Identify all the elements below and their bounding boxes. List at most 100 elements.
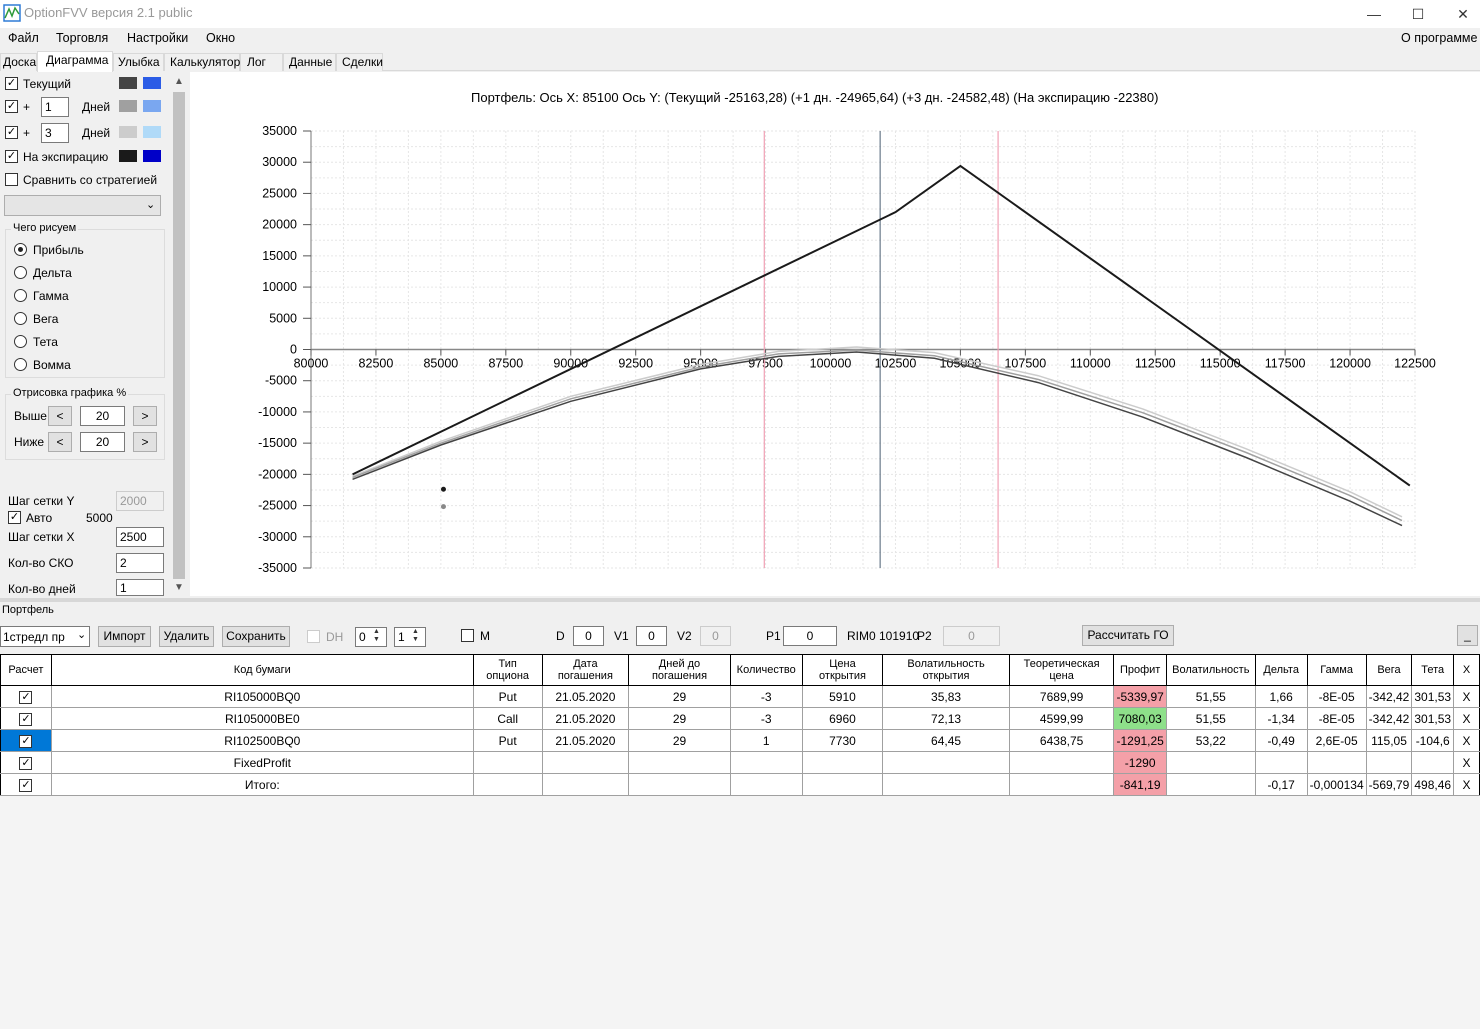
col-header[interactable]: Дата погашения	[541, 654, 630, 686]
table-row[interactable]: ✓ RI105000BQ0 Put 21.05.2020 29 -3 5910 35,83 76…	[0, 685, 1480, 708]
col-header[interactable]: Волатильность	[1165, 654, 1256, 686]
table-cell: 301,53	[1411, 707, 1455, 730]
table-cell	[1306, 751, 1367, 774]
col-header[interactable]: Волатильность открытия	[882, 654, 1010, 686]
table-cell	[1165, 751, 1256, 774]
remove-row-button[interactable]: X	[1453, 773, 1480, 796]
collapse-button[interactable]: _	[1457, 625, 1478, 646]
y-tick-label: -15000	[258, 436, 297, 450]
row-calc-checkbox[interactable]: ✓	[19, 690, 33, 704]
calc-cell[interactable]: ✓	[0, 729, 52, 752]
portfolio-table: Расчет Код бумаги Тип опциона Дата погаш…	[0, 654, 1480, 796]
table-cell	[1008, 751, 1115, 774]
col-header[interactable]: Профит	[1113, 654, 1167, 686]
table-cell: 7730	[801, 729, 884, 752]
profit-chart[interactable]: 35000 30000 25000 20000 15000 10000 5000 0 -5000…	[0, 0, 1480, 600]
v1-label: V1	[614, 629, 629, 643]
cursor-point	[440, 504, 446, 510]
calc-cell[interactable]: ✓	[0, 773, 52, 796]
remove-row-button[interactable]: X	[1453, 685, 1480, 708]
col-header[interactable]: Расчет	[0, 654, 52, 686]
p2-label: P2	[917, 629, 932, 643]
d-input[interactable]	[573, 626, 604, 646]
col-header[interactable]: Вега	[1365, 654, 1413, 686]
table-cell: -104,6	[1411, 729, 1455, 752]
table-cell: -3	[729, 707, 803, 730]
table-cell: 7080,03	[1113, 707, 1167, 730]
import-button[interactable]: Импорт	[98, 626, 151, 647]
col-header[interactable]: X	[1453, 654, 1480, 686]
table-cell: RI105000BQ0	[50, 685, 474, 708]
p2-input[interactable]	[943, 626, 1000, 646]
remove-row-button[interactable]: X	[1453, 707, 1480, 730]
strategy-select-value: 1стредл пр	[3, 630, 65, 644]
table-cell: -0,49	[1254, 729, 1308, 752]
table-cell: 29	[628, 707, 731, 730]
table-cell: 21.05.2020	[541, 685, 630, 708]
p1-input[interactable]	[783, 626, 837, 646]
series-line	[352, 351, 1403, 527]
col-header[interactable]: Дней до погашения	[628, 654, 731, 686]
table-row[interactable]: ✓ Итого: -841,19 -0,17 -0,000134 -569,79 498,4…	[0, 773, 1480, 796]
y-tick-label: -5000	[265, 374, 297, 388]
calc-cell[interactable]: ✓	[0, 707, 52, 730]
x-tick-label: 82500	[359, 357, 394, 371]
row-calc-checkbox[interactable]: ✓	[19, 778, 33, 792]
table-cell: 64,45	[882, 729, 1010, 752]
spin-a-arrows-icon[interactable]: ▲ ▼	[373, 628, 380, 644]
y-tick-label: -20000	[258, 467, 297, 481]
x-tick-label: 115000	[1200, 357, 1241, 371]
v2-input[interactable]	[700, 626, 731, 646]
table-cell: -841,19	[1113, 773, 1167, 796]
col-header[interactable]: Дельта	[1254, 654, 1308, 686]
col-header[interactable]: Код бумаги	[50, 654, 474, 686]
table-cell: Put	[472, 685, 543, 708]
spin-b[interactable]: 1	[394, 627, 426, 647]
calc-cell[interactable]: ✓	[0, 751, 52, 774]
col-header[interactable]: Тета	[1411, 654, 1455, 686]
dh-checkbox[interactable]	[307, 630, 320, 643]
spin-a-value: 0	[359, 630, 366, 644]
series-line	[352, 346, 1403, 518]
series-line	[352, 164, 1411, 487]
table-cell	[1165, 773, 1256, 796]
y-tick-label: 25000	[262, 186, 297, 200]
table-row[interactable]: ✓ RI105000BE0 Call 21.05.2020 29 -3 6960 72,13 4…	[0, 707, 1480, 730]
splitter[interactable]	[0, 598, 1480, 602]
table-cell	[541, 773, 630, 796]
table-empty-area	[0, 796, 1480, 1029]
table-cell: -342,42	[1365, 707, 1413, 730]
m-label: M	[480, 629, 490, 643]
table-cell: 29	[628, 685, 731, 708]
save-button[interactable]: Сохранить	[222, 626, 290, 647]
col-header[interactable]: Цена открытия	[801, 654, 884, 686]
tab-diagram[interactable]: Диаграмма	[37, 51, 113, 72]
spin-b-arrows-icon[interactable]: ▲ ▼	[412, 628, 419, 644]
remove-row-button[interactable]: X	[1453, 751, 1480, 774]
calc-go-button[interactable]: Рассчитать ГО	[1082, 625, 1174, 646]
delete-button[interactable]: Удалить	[159, 626, 214, 647]
table-body: ✓ RI105000BQ0 Put 21.05.2020 29 -3 5910 35,83 76…	[0, 685, 1480, 796]
table-row[interactable]: ✓ RI102500BQ0 Put 21.05.2020 29 1 7730 64,45 643…	[0, 729, 1480, 752]
spin-a[interactable]: 0	[355, 627, 387, 647]
table-cell: -0,17	[1254, 773, 1308, 796]
x-tick-label: 92500	[618, 357, 653, 371]
col-header[interactable]: Тип опциона	[472, 654, 543, 686]
table-row[interactable]: ✓ FixedProfit -1290 X	[0, 751, 1480, 774]
table-cell: 6438,75	[1008, 729, 1115, 752]
col-header[interactable]: Гамма	[1306, 654, 1367, 686]
row-calc-checkbox[interactable]: ✓	[19, 756, 33, 770]
series-line	[352, 349, 1403, 522]
v1-input[interactable]	[636, 626, 667, 646]
col-header[interactable]: Количество	[729, 654, 803, 686]
table-cell: 6960	[801, 707, 884, 730]
col-header[interactable]: Теоретическая цена	[1008, 654, 1115, 686]
table-cell: 35,83	[882, 685, 1010, 708]
row-calc-checkbox[interactable]: ✓	[19, 734, 33, 748]
row-calc-checkbox[interactable]: ✓	[19, 712, 33, 726]
remove-row-button[interactable]: X	[1453, 729, 1480, 752]
m-checkbox[interactable]	[461, 629, 474, 642]
calc-cell[interactable]: ✓	[0, 685, 52, 708]
portfolio-label: Портфель	[2, 604, 54, 616]
table-cell: 498,46	[1411, 773, 1455, 796]
